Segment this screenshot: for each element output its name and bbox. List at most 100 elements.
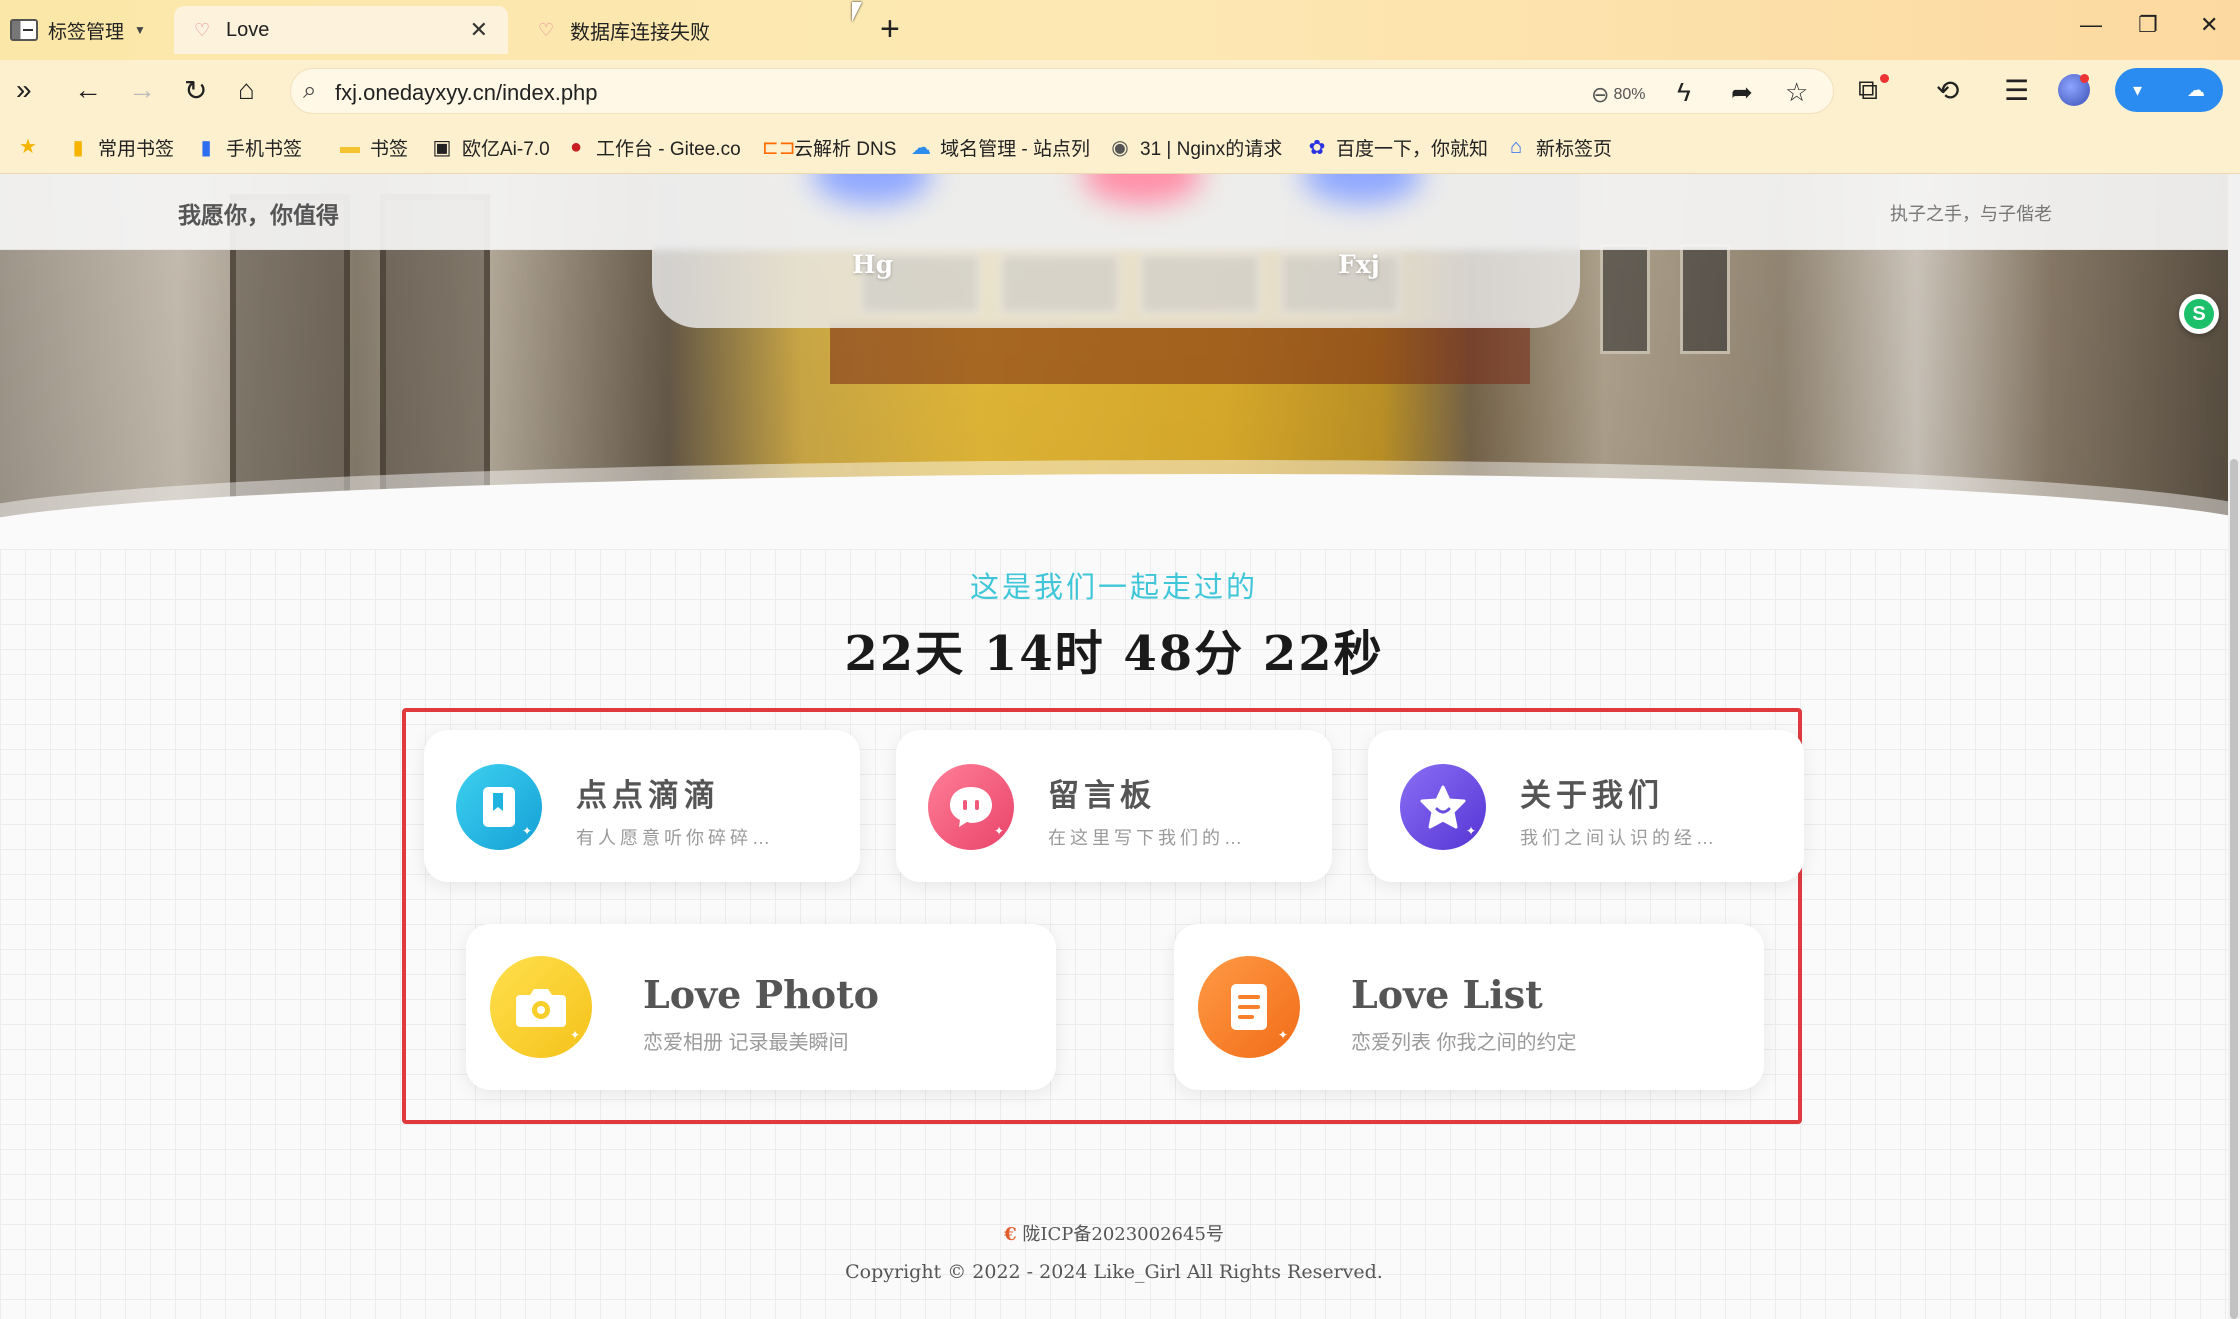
restore-icon[interactable]: ❐ xyxy=(2138,12,2158,38)
card-message-board[interactable]: ✦ 留言板 在这里写下我们的… xyxy=(896,730,1332,882)
bookmark-mobile[interactable]: ▮ 手机书签 xyxy=(194,134,314,161)
time-together-counter: 22天 14时 48分 22秒 xyxy=(844,626,1384,682)
bookmark-baidu[interactable]: ✿ 百度一下，你就知 xyxy=(1306,134,1488,161)
bookmark-common[interactable]: ▮ 常用书签 xyxy=(66,134,186,161)
heart-icon xyxy=(1082,174,1202,204)
chevron-down-icon: ▼ xyxy=(134,23,146,37)
heart-favicon-icon: ♡ xyxy=(194,20,211,40)
card-love-photo[interactable]: ✦ Love Photo 恋爱相册 记录最美瞬间 xyxy=(466,924,1056,1090)
site-motto: 执子之手，与子偕老 xyxy=(1890,204,2052,225)
home-icon: ⌂ xyxy=(1509,136,1523,158)
history-icon[interactable]: ⟲ xyxy=(1936,74,1959,107)
card-title: 留言板 xyxy=(1048,778,1156,814)
minimize-icon[interactable]: — xyxy=(2080,12,2102,38)
icp-logo-icon: € xyxy=(1004,1224,1017,1245)
cloud-sync-button[interactable]: ▾ ☁ xyxy=(2115,68,2223,112)
window-close-icon[interactable]: ✕ xyxy=(2200,12,2218,38)
search-icon: ⌕ xyxy=(303,77,317,104)
share-icon[interactable]: ➦ xyxy=(1731,77,1753,108)
avatar-right[interactable] xyxy=(1302,174,1422,204)
scrollbar-thumb[interactable] xyxy=(2230,459,2238,1319)
book-icon: ✦ xyxy=(456,764,542,850)
notification-dot xyxy=(2080,74,2089,83)
zoom-out-icon: ⊖ xyxy=(1591,82,1610,107)
bookmark-gitee[interactable]: ● 工作台 - Gitee.co xyxy=(564,134,742,161)
tab-title: 数据库连接失败 xyxy=(570,21,710,44)
page-scrollbar[interactable] xyxy=(2228,174,2240,1319)
bookmark-icon: ▮ xyxy=(72,137,84,159)
forward-arrow-icon[interactable]: → xyxy=(128,74,156,106)
cloud-icon: ☁ xyxy=(911,137,932,159)
folder-icon: ▬ xyxy=(340,136,360,158)
bookmark-domain[interactable]: ☁ 域名管理 - 站点列 xyxy=(910,134,1090,161)
bookmark-ai[interactable]: ▣ 欧亿Ai-7.0 xyxy=(430,134,554,161)
address-bar[interactable]: ⌕ fxj.onedayxyy.cn/index.php ⊖ 80% ϟ ➦ ☆ xyxy=(290,68,1834,114)
chevron-down-icon: ▾ xyxy=(2133,79,2143,100)
home-icon[interactable]: ⌂ xyxy=(238,74,255,106)
sidebar-expand-icon[interactable]: » xyxy=(16,74,32,106)
card-title: Love List xyxy=(1351,972,1543,1017)
tab-db-error[interactable]: ♡ 数据库连接失败 xyxy=(518,6,838,54)
tab-manager-button[interactable]: 标签管理 ▼ xyxy=(10,10,160,50)
star-icon: ✦ xyxy=(1400,764,1486,850)
lightning-icon[interactable]: ϟ xyxy=(1677,77,1691,108)
close-tab-icon[interactable]: ✕ xyxy=(470,17,488,43)
star-favorite-icon[interactable]: ☆ xyxy=(1785,77,1808,108)
bookmark-newtab[interactable]: ⌂ 新标签页 xyxy=(1504,134,1624,161)
card-moments[interactable]: ✦ 点点滴滴 有人愿意听你碎碎… xyxy=(424,730,860,882)
avatar-left[interactable] xyxy=(812,174,932,204)
site-brand[interactable]: 我愿你，你值得 xyxy=(178,196,339,230)
star-bookmarks-icon[interactable]: ★ xyxy=(16,134,40,159)
hero-window xyxy=(1600,244,1650,354)
leaf-icon: S xyxy=(2184,299,2214,329)
phone-icon: ▮ xyxy=(200,137,212,159)
footer-icp[interactable]: € 陇ICP备2023002645号 xyxy=(0,1220,2228,1246)
globe-icon: ◉ xyxy=(1111,137,1129,159)
name-left: Hg xyxy=(852,250,894,279)
card-title: Love Photo xyxy=(643,972,879,1017)
card-desc: 恋爱相册 记录最美瞬间 xyxy=(643,1032,849,1054)
list-document-icon: ✦ xyxy=(1198,956,1300,1058)
heart-favicon-icon: ♡ xyxy=(538,20,555,40)
card-desc: 我们之间认识的经… xyxy=(1520,828,1718,848)
cloud-icon: ☁ xyxy=(2187,79,2205,100)
gitee-icon: ● xyxy=(569,136,583,158)
back-arrow-icon[interactable]: ← xyxy=(74,74,102,106)
name-right: Fxj xyxy=(1338,250,1380,279)
card-desc: 恋爱列表 你我之间的约定 xyxy=(1351,1032,1577,1054)
mouse-cursor-icon xyxy=(852,2,868,22)
chat-bubble-icon: ✦ xyxy=(928,764,1014,850)
baidu-icon: ✿ xyxy=(1308,137,1326,159)
card-title: 关于我们 xyxy=(1520,778,1664,814)
card-desc: 在这里写下我们的… xyxy=(1048,828,1246,848)
card-about-us[interactable]: ✦ 关于我们 我们之间认识的经… xyxy=(1368,730,1804,882)
reload-icon[interactable]: ↻ xyxy=(184,74,207,107)
card-title: 点点滴滴 xyxy=(576,778,720,814)
tab-love[interactable]: ♡ Love ✕ xyxy=(174,6,508,54)
menu-icon[interactable]: ☰ xyxy=(2004,74,2029,107)
bookmark-nginx[interactable]: ◉ 31 | Nginx的请求 xyxy=(1108,134,1288,161)
notification-dot xyxy=(1880,74,1889,83)
zoom-level: 80% xyxy=(1613,86,1646,103)
bookmark-dns[interactable]: ⊏⊐ 云解析 DNS xyxy=(762,134,902,161)
page-viewport: 我愿你，你值得 执子之手，与子偕老 Hg Fxj S 这是我们一起走过的 22天… xyxy=(0,174,2228,1319)
bookmark-folder[interactable]: ▬ 书签 xyxy=(338,134,428,161)
together-subtitle: 这是我们一起走过的 xyxy=(969,570,1258,604)
hero-tram xyxy=(830,324,1530,384)
card-love-list[interactable]: ✦ Love List 恋爱列表 你我之间的约定 xyxy=(1174,924,1764,1090)
bookmarks-bar: ★ ▮ 常用书签 ▮ 手机书签 ▬ 书签 ▣ 欧亿Ai-7.0 ● 工作台 - Gitee… xyxy=(0,122,2240,174)
camera-icon: ✦ xyxy=(490,956,592,1058)
url-text[interactable]: fxj.onedayxyy.cn/index.php xyxy=(335,80,598,106)
couple-name-card: Hg Fxj xyxy=(652,174,1580,328)
card-desc: 有人愿意听你碎碎… xyxy=(576,828,774,848)
tab-manager-label: 标签管理 xyxy=(48,21,125,43)
zoom-indicator[interactable]: ⊖ 80% xyxy=(1591,82,1645,108)
tab-title: Love xyxy=(226,18,270,41)
new-tab-plus-icon[interactable]: + xyxy=(880,10,900,49)
browser-toolbar: » ← → ↻ ⌂ ⌕ fxj.onedayxyy.cn/index.php ⊖… xyxy=(0,60,2240,122)
side-widget-button[interactable]: S xyxy=(2179,294,2219,334)
extensions-icon[interactable]: ⧉ xyxy=(1858,74,1878,107)
browser-tab-bar: 标签管理 ▼ ♡ Love ✕ ♡ 数据库连接失败 + — ❐ ✕ xyxy=(0,0,2240,60)
tab-manager-icon xyxy=(10,19,38,41)
ai-icon: ▣ xyxy=(432,137,452,159)
